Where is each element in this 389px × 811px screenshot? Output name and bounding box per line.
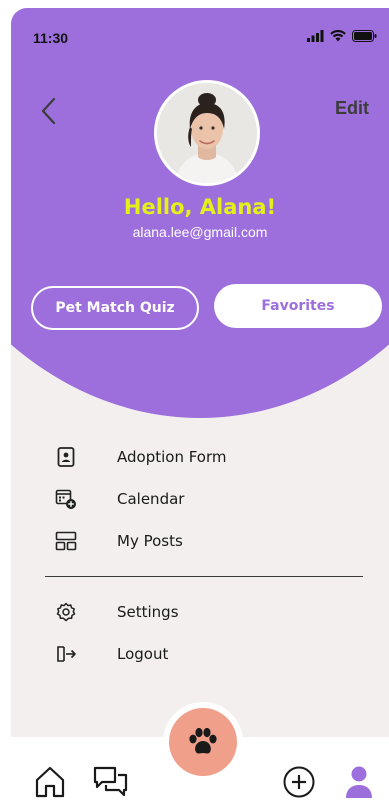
- calendar-icon: [55, 488, 77, 510]
- menu-item-adoption-form[interactable]: Adoption Form: [45, 436, 365, 478]
- edit-button[interactable]: Edit: [335, 98, 369, 119]
- secondary-menu: Settings Logout: [45, 591, 365, 675]
- menu-item-calendar[interactable]: Calendar: [45, 478, 365, 520]
- signal-icon: [307, 30, 324, 42]
- profile-icon[interactable]: [344, 765, 374, 803]
- menu-item-label: My Posts: [117, 532, 183, 550]
- logout-icon: [55, 643, 77, 665]
- status-bar: 11:30: [11, 8, 389, 48]
- menu-item-my-posts[interactable]: My Posts: [45, 520, 365, 562]
- back-button[interactable]: [37, 96, 61, 126]
- form-icon: [55, 446, 77, 468]
- menu-divider: [45, 576, 363, 577]
- favorites-button[interactable]: Favorites: [214, 284, 382, 328]
- fab-circle: [169, 708, 237, 776]
- wifi-icon: [330, 30, 346, 42]
- status-icons: [307, 30, 377, 42]
- home-icon[interactable]: [34, 765, 66, 803]
- paw-fab[interactable]: [163, 702, 243, 782]
- gear-icon: [55, 601, 77, 623]
- user-email: alana.lee@gmail.com: [132, 224, 268, 240]
- avatar-portrait: [157, 83, 257, 183]
- chevron-left-icon: [41, 97, 56, 125]
- posts-icon: [55, 530, 77, 552]
- paw-icon: [189, 727, 217, 754]
- add-icon[interactable]: [282, 765, 316, 803]
- profile-screen: 11:30 Edit Hello, Alana! alana.lee@gmail…: [11, 8, 389, 811]
- profile-menu: Adoption Form Calendar My Posts: [45, 436, 365, 562]
- menu-item-settings[interactable]: Settings: [45, 591, 365, 633]
- phone-frame: 11:30 Edit Hello, Alana! alana.lee@gmail…: [0, 0, 389, 811]
- pet-match-quiz-button[interactable]: Pet Match Quiz: [31, 286, 199, 330]
- menu-item-logout[interactable]: Logout: [45, 633, 365, 675]
- chat-icon[interactable]: [92, 765, 130, 803]
- menu-item-label: Adoption Form: [117, 448, 227, 466]
- menu-item-label: Calendar: [117, 490, 185, 508]
- battery-icon: [352, 30, 377, 42]
- menu-item-label: Logout: [117, 645, 169, 663]
- greeting-text: Hello, Alana!: [123, 195, 277, 219]
- status-time: 11:30: [33, 30, 69, 46]
- menu-item-label: Settings: [117, 603, 179, 621]
- avatar: [154, 80, 260, 186]
